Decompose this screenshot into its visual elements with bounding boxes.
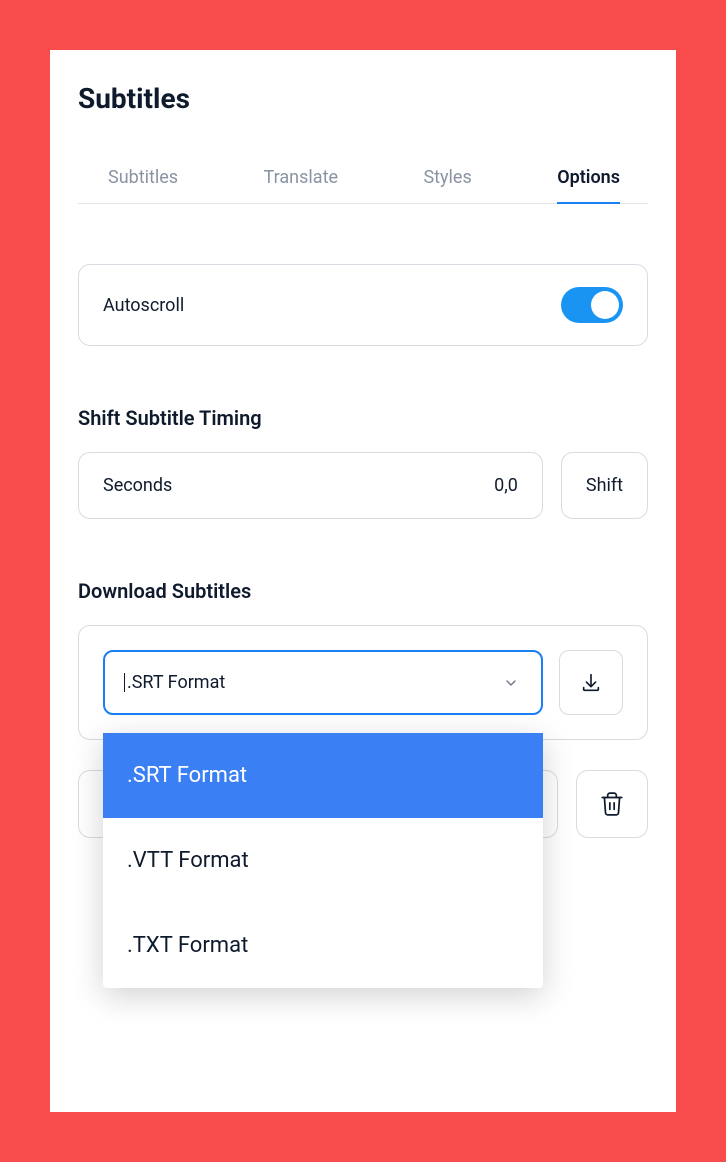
seconds-input-group[interactable]: Seconds 0,0 xyxy=(78,452,543,519)
autoscroll-section: Autoscroll xyxy=(78,264,648,346)
download-section: Download Subtitles .SRT Format .SRT Form… xyxy=(78,579,648,838)
autoscroll-toggle[interactable] xyxy=(561,287,623,323)
dropdown-option-vtt[interactable]: .VTT Format xyxy=(103,818,543,903)
dropdown-option-srt[interactable]: .SRT Format xyxy=(103,733,543,818)
delete-button[interactable] xyxy=(576,770,648,838)
download-card: .SRT Format .SRT Format .VTT Format .TXT… xyxy=(78,625,648,740)
format-select-value: .SRT Format xyxy=(127,672,225,693)
download-heading: Download Subtitles xyxy=(78,579,648,603)
shift-row: Seconds 0,0 Shift xyxy=(78,452,648,519)
tabs: Subtitles Translate Styles Options xyxy=(78,153,648,204)
trash-icon xyxy=(599,791,625,817)
subtitles-panel: Subtitles Subtitles Translate Styles Opt… xyxy=(50,50,676,1112)
shift-button[interactable]: Shift xyxy=(561,452,648,519)
tab-subtitles[interactable]: Subtitles xyxy=(108,153,178,204)
autoscroll-card: Autoscroll xyxy=(78,264,648,346)
toggle-thumb xyxy=(591,291,619,319)
format-select[interactable]: .SRT Format xyxy=(103,650,543,715)
format-dropdown: .SRT Format .VTT Format .TXT Format xyxy=(103,733,543,988)
autoscroll-label: Autoscroll xyxy=(103,295,184,316)
download-icon xyxy=(580,672,602,694)
shift-heading: Shift Subtitle Timing xyxy=(78,406,648,430)
seconds-value: 0,0 xyxy=(494,475,518,496)
tab-translate[interactable]: Translate xyxy=(264,153,338,204)
download-button[interactable] xyxy=(559,650,623,715)
page-title: Subtitles xyxy=(78,82,648,115)
tab-options[interactable]: Options xyxy=(557,153,620,204)
chevron-down-icon xyxy=(503,675,519,691)
seconds-label: Seconds xyxy=(103,475,172,496)
dropdown-option-txt[interactable]: .TXT Format xyxy=(103,903,543,988)
shift-section: Shift Subtitle Timing Seconds 0,0 Shift xyxy=(78,406,648,519)
tab-styles[interactable]: Styles xyxy=(423,153,471,204)
